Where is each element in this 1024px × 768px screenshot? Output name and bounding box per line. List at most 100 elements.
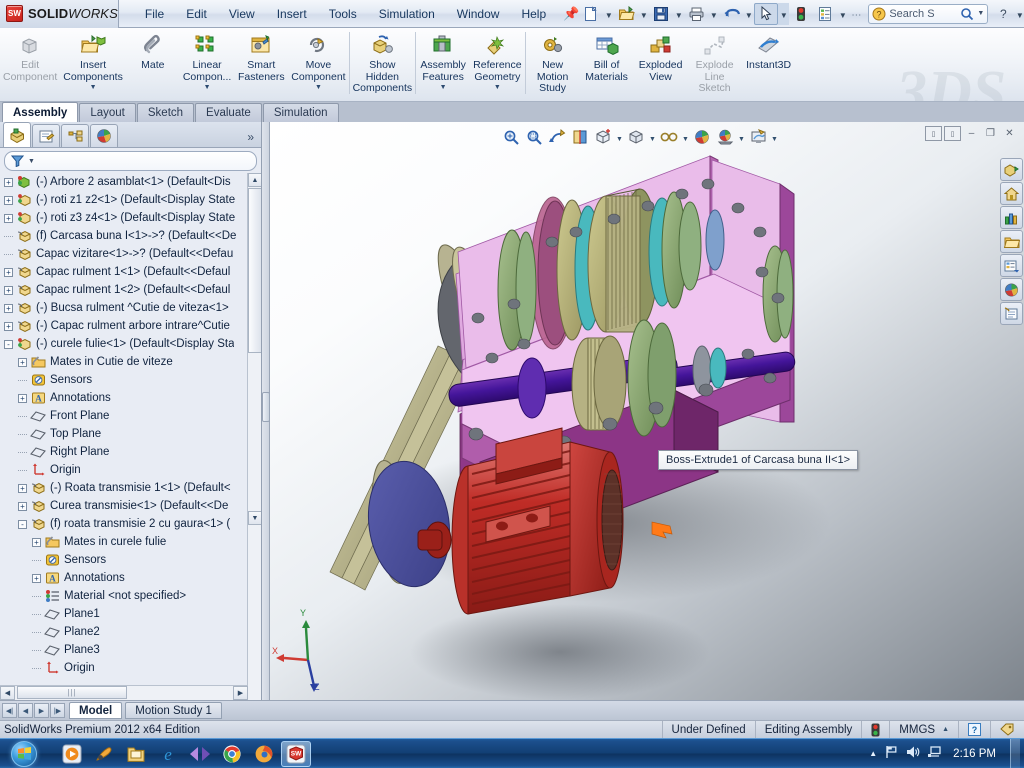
close-document-icon[interactable]: ✕	[1001, 126, 1018, 141]
custom-properties-icon[interactable]	[1000, 302, 1023, 325]
view-palette-icon[interactable]	[1000, 158, 1023, 181]
file-explorer-icon[interactable]	[121, 741, 151, 767]
tree-expander[interactable]: +	[4, 213, 13, 223]
previous-view-icon[interactable]	[546, 125, 568, 149]
assembly-features-dropdown[interactable]: ▼	[440, 84, 447, 91]
feature-tree-item[interactable]: Front Plane	[0, 407, 247, 425]
new-document-icon[interactable]	[579, 3, 603, 25]
edit-component-button[interactable]: Edit Component	[0, 28, 60, 100]
tree-expander[interactable]: +	[32, 537, 41, 547]
tree-expander[interactable]: +	[4, 303, 13, 313]
tree-expander[interactable]: +	[4, 195, 13, 205]
menu-view[interactable]: View	[218, 3, 266, 25]
open-document-icon[interactable]	[614, 3, 638, 25]
feature-tree-item[interactable]: + (-) Roata transmisie 1<1> (Default<	[0, 479, 247, 497]
assembly-features-button[interactable]: Assembly Features ▼	[416, 28, 470, 100]
tree-expander[interactable]: +	[4, 177, 13, 187]
appearances-home-icon[interactable]	[1000, 182, 1023, 205]
feature-tree-item[interactable]: + (-) roti z1 z2<1> (Default<Display Stat…	[0, 191, 247, 209]
tab-nav-prev[interactable]: ◀	[18, 703, 33, 718]
tree-expander[interactable]: +	[4, 321, 13, 331]
winamp-icon[interactable]	[89, 741, 119, 767]
menu-simulation[interactable]: Simulation	[368, 3, 446, 25]
options-caret[interactable]: ▼	[837, 3, 848, 25]
undo-caret[interactable]: ▼	[743, 3, 754, 25]
media-player-icon[interactable]	[57, 741, 87, 767]
display-manager-tab[interactable]	[90, 124, 118, 147]
show-desktop-button[interactable]	[1010, 738, 1020, 768]
windows-start-orb[interactable]	[1, 740, 47, 768]
tag-icon[interactable]	[990, 720, 1024, 739]
feature-tree-item[interactable]: + (-) Bucsa rulment ^Cutie de viteza<1>	[0, 299, 247, 317]
feature-tree-item[interactable]: - (f) roata transmisie 2 cu gaura<1> (	[0, 515, 247, 533]
panel-expand-icon[interactable]: »	[247, 130, 261, 147]
tab-nav-first[interactable]: ◀|	[2, 703, 17, 718]
tree-expander[interactable]: +	[18, 393, 27, 403]
mozilla-firefox-icon[interactable]	[249, 741, 279, 767]
tab-layout[interactable]: Layout	[79, 103, 136, 122]
feature-tree-item[interactable]: Capac vizitare<1>->? (Default<<Defau	[0, 245, 247, 263]
apply-scene-caret[interactable]: ▼	[737, 125, 746, 149]
feature-manager-tab[interactable]	[3, 122, 31, 147]
property-manager-tab[interactable]	[32, 124, 60, 147]
graphics-viewport[interactable]: ▼ ▼ ▼ ▼ ▼ ▯ ▯ – ❐ ✕ Boss-Extrude1 of Car…	[270, 122, 1024, 700]
tab-assembly[interactable]: Assembly	[2, 102, 79, 122]
bill-of-materials-button[interactable]: Bill of Materials	[580, 28, 634, 100]
feature-tree-item[interactable]: Plane3	[0, 641, 247, 659]
select-caret[interactable]: ▼	[778, 2, 790, 25]
tree-scroll-up-button[interactable]: ▲	[248, 173, 261, 187]
feature-tree-item[interactable]: + (-) Arbore 2 asamblat<1> (Default<Dis	[0, 173, 247, 191]
save-caret[interactable]: ▼	[673, 3, 684, 25]
smart-fasteners-button[interactable]: Smart Fasteners	[234, 28, 288, 100]
feature-tree-item[interactable]: Top Plane	[0, 425, 247, 443]
google-chrome-icon[interactable]	[217, 741, 247, 767]
insert-components-button[interactable]: Insert Components ▼	[60, 28, 126, 100]
minimize-document-icon[interactable]: –	[963, 126, 980, 141]
tree-expander[interactable]: -	[4, 339, 13, 349]
options-icon[interactable]	[813, 3, 837, 25]
feature-tree-item[interactable]: Origin	[0, 659, 247, 677]
open-document-caret[interactable]: ▼	[638, 3, 649, 25]
move-component-button[interactable]: Move Component ▼	[288, 28, 348, 100]
status-units-caret[interactable]: ▲	[942, 726, 949, 733]
feature-tree-item[interactable]: Sensors	[0, 551, 247, 569]
restore-pane-right-icon[interactable]: ▯	[944, 126, 961, 141]
new-motion-study-button[interactable]: New Motion Study	[526, 28, 580, 100]
tree-expander[interactable]: +	[4, 285, 13, 295]
restore-document-icon[interactable]: ❐	[982, 126, 999, 141]
toolbar-overflow-icon[interactable]: ⋯	[848, 3, 864, 25]
media-center-icon[interactable]	[185, 741, 215, 767]
help-question-icon[interactable]: ?	[992, 4, 1014, 24]
menu-edit[interactable]: Edit	[175, 3, 218, 25]
save-icon[interactable]	[649, 3, 673, 25]
edit-appearance-icon[interactable]	[691, 125, 713, 149]
reference-geometry-dropdown[interactable]: ▼	[494, 84, 501, 91]
tree-expander[interactable]: -	[18, 519, 27, 529]
status-help-badge[interactable]: ?	[958, 720, 990, 739]
tab-nav-next[interactable]: ▶	[34, 703, 49, 718]
tree-expander[interactable]: +	[18, 483, 27, 493]
feature-tree-item[interactable]: + A Annotations	[0, 569, 247, 587]
configuration-manager-tab[interactable]	[61, 124, 89, 147]
tree-scroll-left-button[interactable]: ◀	[0, 686, 15, 700]
tree-hscroll-track[interactable]: |||	[15, 686, 233, 700]
feature-tree-vertical-scrollbar[interactable]: ▲ ▼	[247, 173, 261, 700]
action-center-flag-icon[interactable]	[884, 745, 898, 762]
insert-components-dropdown[interactable]: ▼	[90, 84, 97, 91]
feature-tree-filter[interactable]: ▼	[4, 151, 257, 171]
hide-show-items-icon[interactable]	[658, 125, 680, 149]
tab-model[interactable]: Model	[69, 702, 123, 719]
undo-icon[interactable]	[719, 3, 743, 25]
filter-caret-icon[interactable]: ▼	[28, 158, 35, 165]
feature-tree-item[interactable]: Plane1	[0, 605, 247, 623]
appearances-scenes-icon[interactable]	[1000, 278, 1023, 301]
feature-tree-item[interactable]: Right Plane	[0, 443, 247, 461]
feature-tree-horizontal-scrollbar[interactable]: ◀ ||| ▶	[0, 685, 248, 700]
tree-scroll-right-button[interactable]: ▶	[233, 686, 248, 700]
restore-pane-left-icon[interactable]: ▯	[925, 126, 942, 141]
volume-icon[interactable]	[905, 745, 920, 762]
hide-show-items-caret[interactable]: ▼	[681, 125, 690, 149]
feature-tree-item[interactable]: - (-) curele fulie<1> (Default<Display St…	[0, 335, 247, 353]
help-caret[interactable]: ▼	[1014, 3, 1024, 25]
view-orientation-icon[interactable]	[592, 125, 614, 149]
